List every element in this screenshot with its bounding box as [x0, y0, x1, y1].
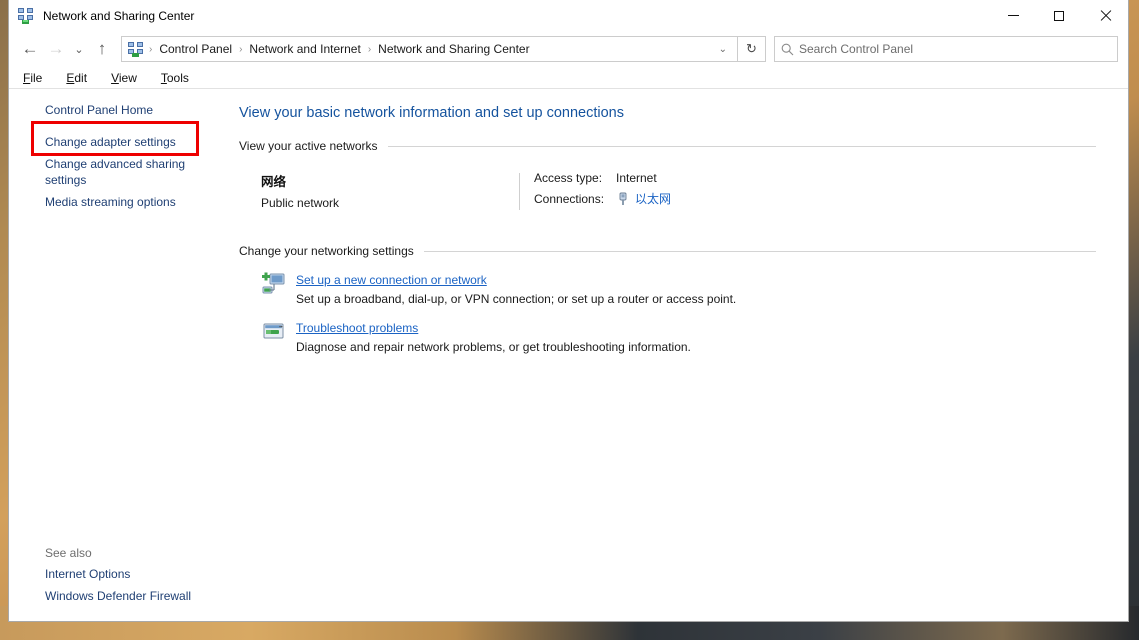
- window-controls: [990, 0, 1128, 31]
- menu-bar: File Edit View Tools: [9, 67, 1128, 89]
- desktop-background: Network and Sharing Center ← → ⌄ ↑ › Con…: [0, 0, 1139, 640]
- connections-label: Connections:: [534, 191, 605, 206]
- close-button[interactable]: [1082, 0, 1128, 31]
- ethernet-icon: [616, 192, 630, 206]
- new-connection-icon: [261, 272, 287, 298]
- set-up-new-connection-description: Set up a broadband, dial-up, or VPN conn…: [296, 292, 737, 306]
- see-also-section: See also Internet Options Windows Defend…: [9, 543, 231, 621]
- active-networks-section-title: View your active networks: [239, 139, 378, 153]
- section-divider: [423, 250, 1096, 252]
- breadcrumb-item-network-and-sharing-center[interactable]: Network and Sharing Center: [376, 42, 531, 56]
- sidebar-item-media-streaming-options[interactable]: Media streaming options: [9, 191, 231, 213]
- breadcrumb-separator: ›: [149, 43, 153, 55]
- see-also-item-internet-options[interactable]: Internet Options: [9, 563, 231, 585]
- address-bar: ← → ⌄ ↑ › Control Panel › Network and In…: [9, 31, 1128, 67]
- title-bar: Network and Sharing Center: [9, 0, 1128, 31]
- networking-settings-section-header: Change your networking settings: [239, 244, 1100, 258]
- access-type-row: Access type: Internet: [534, 171, 1100, 185]
- window-body: Control Panel Home Change adapter settin…: [9, 89, 1128, 621]
- access-type-value: Internet: [616, 171, 657, 185]
- explorer-window: Network and Sharing Center ← → ⌄ ↑ › Con…: [8, 0, 1129, 622]
- search-input[interactable]: [799, 37, 1117, 61]
- breadcrumb-separator: ›: [367, 43, 372, 55]
- active-networks-section-header: View your active networks: [239, 139, 1100, 153]
- task-body: Troubleshoot problems Diagnose and repai…: [296, 320, 691, 354]
- refresh-button[interactable]: ↻: [738, 36, 766, 62]
- network-identity: 网络 Public network: [239, 171, 519, 212]
- search-icon: [775, 43, 799, 56]
- network-name: 网络: [261, 175, 287, 189]
- task-troubleshoot-problems: Troubleshoot problems Diagnose and repai…: [239, 320, 1100, 354]
- navigation-pane: Control Panel Home Change adapter settin…: [9, 89, 231, 621]
- breadcrumb-item-network-and-internet[interactable]: Network and Internet: [247, 42, 362, 56]
- troubleshoot-problems-description: Diagnose and repair network problems, or…: [296, 340, 691, 354]
- menu-view-label: iew: [118, 70, 137, 85]
- access-type-label: Access type:: [534, 171, 603, 185]
- breadcrumb[interactable]: › Control Panel › Network and Internet ›…: [121, 36, 738, 62]
- menu-view-accel: V: [111, 70, 119, 85]
- window-title: Network and Sharing Center: [43, 8, 195, 23]
- forward-button: →: [47, 39, 65, 58]
- menu-tools-label: ools: [166, 70, 189, 85]
- troubleshoot-icon: [261, 320, 287, 346]
- back-button[interactable]: ←: [17, 36, 43, 62]
- section-divider: [387, 145, 1096, 147]
- networking-settings-section-title: Change your networking settings: [239, 244, 414, 258]
- network-details: Access type: Internet Connections: 以太网: [520, 171, 1100, 212]
- breadcrumb-network-icon: [128, 41, 144, 57]
- minimize-button[interactable]: [990, 0, 1036, 31]
- set-up-new-connection-link[interactable]: Set up a new connection or network: [296, 273, 736, 287]
- sidebar-item-change-adapter-settings[interactable]: Change adapter settings: [9, 131, 231, 153]
- chevron-down-icon[interactable]: ⌄: [709, 44, 737, 55]
- menu-view[interactable]: View: [111, 71, 137, 85]
- menu-file[interactable]: File: [23, 71, 42, 85]
- menu-file-label: ile: [30, 70, 43, 85]
- task-body: Set up a new connection or network Set u…: [296, 272, 736, 306]
- network-sharing-icon: [18, 7, 34, 24]
- up-button[interactable]: ↑: [89, 36, 115, 62]
- network-type: Public network: [261, 196, 340, 210]
- page-title: View your basic network information and …: [239, 105, 625, 121]
- menu-tools[interactable]: Tools: [161, 71, 189, 85]
- breadcrumb-separator: ›: [239, 43, 243, 55]
- connections-row: Connections: 以太网: [534, 190, 1100, 207]
- active-network-entry: 网络 Public network Access type: Internet …: [239, 157, 1100, 222]
- see-also-item-windows-defender-firewall[interactable]: Windows Defender Firewall: [9, 585, 231, 607]
- task-set-up-new-connection: Set up a new connection or network Set u…: [239, 272, 1100, 306]
- sidebar-item-change-advanced-sharing-settings[interactable]: Change advanced sharing settings: [9, 153, 231, 191]
- connections-value-link[interactable]: 以太网: [635, 190, 671, 207]
- see-also-title: See also: [45, 546, 92, 560]
- menu-edit[interactable]: Edit: [66, 71, 87, 85]
- networking-settings-section: Change your networking settings Set up a…: [239, 244, 1100, 354]
- content-pane: View your basic network information and …: [231, 89, 1128, 621]
- maximize-button[interactable]: [1036, 0, 1082, 31]
- troubleshoot-problems-link[interactable]: Troubleshoot problems: [296, 321, 691, 335]
- breadcrumb-item-control-panel[interactable]: Control Panel: [157, 42, 234, 56]
- recent-locations-button[interactable]: ⌄: [69, 36, 89, 62]
- menu-edit-label: dit: [74, 70, 88, 85]
- sidebar-item-control-panel-home[interactable]: Control Panel Home: [9, 99, 231, 121]
- search-box[interactable]: [774, 36, 1118, 62]
